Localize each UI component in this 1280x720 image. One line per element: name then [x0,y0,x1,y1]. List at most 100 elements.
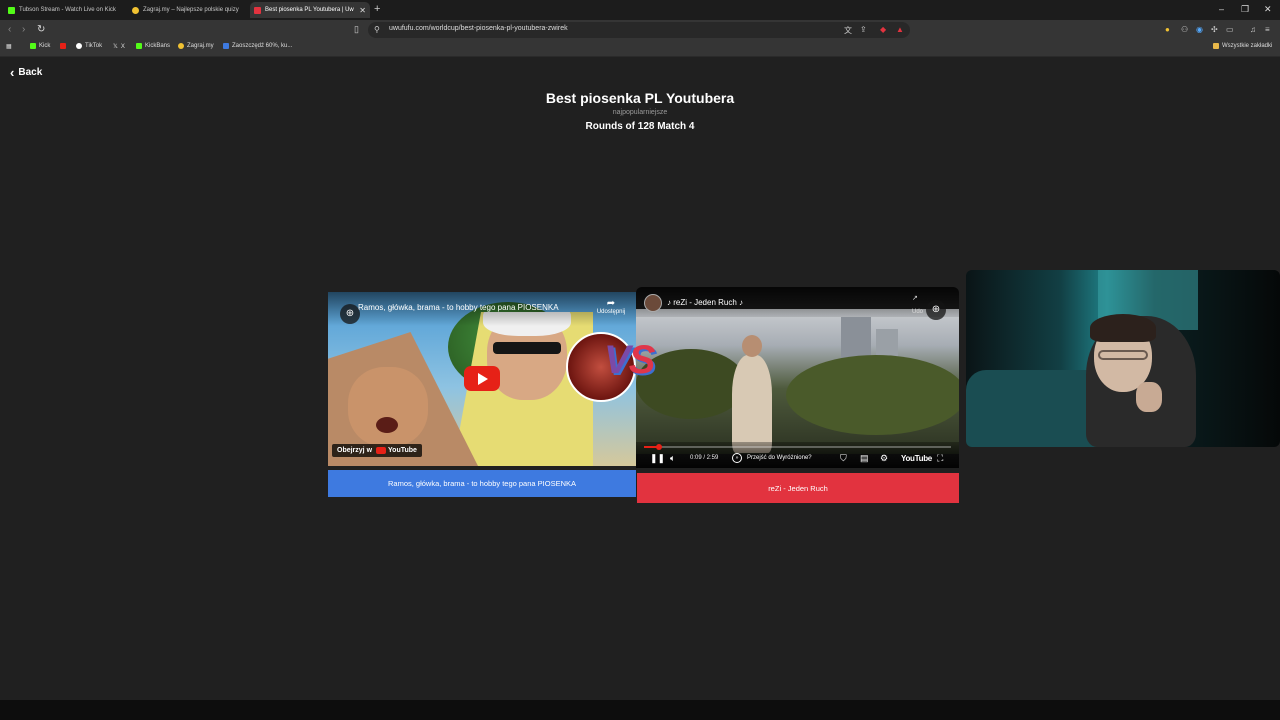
watch-on-youtube[interactable]: Obejrzyj w YouTube [332,444,422,457]
brave-shield-icon[interactable]: ◆ [880,25,886,34]
subtitles-icon[interactable]: ▤ [860,453,869,464]
media-icon[interactable]: ♫ [1250,25,1256,34]
share-button[interactable]: ➦ Udostępnij [590,298,632,315]
bookmark-kickbans[interactable]: KickBans [136,43,170,49]
watch-label: Obejrzyj w [337,447,373,454]
page-subtitle: najpopularniejsze [612,109,668,116]
bookmark-kick[interactable]: Kick [30,43,50,49]
streamer-glasses [1098,350,1148,360]
share-label[interactable]: Udo [912,309,923,315]
play-button-icon[interactable] [464,366,500,391]
round-indicator: Rounds of 128 Match 4 [585,121,695,132]
volume-icon[interactable]: 🔈︎ [670,453,675,464]
apps-grid-icon[interactable]: ▦ [6,43,12,50]
bookmark-deal[interactable]: Zaoszczędź 60%, ku... [223,43,292,49]
minimize-icon[interactable]: – [1219,4,1224,14]
vs-label: VS [604,338,656,383]
extensions-puzzle-icon[interactable]: ✣ [1211,25,1218,34]
youtube-brand: YouTube [388,447,417,454]
bookmark-label: Zaoszczędź 60%, ku... [232,43,293,49]
forward-arrow-icon[interactable]: › [22,24,25,35]
extension-icon[interactable]: ● [1165,25,1170,34]
menu-icon[interactable]: ≡ [1265,25,1270,34]
back-label: Back [18,67,43,78]
tab-title: Best piosenka PL Youtubera | Uw [265,7,354,13]
close-window-icon[interactable]: ✕ [1264,4,1272,15]
time-display: 0:09 / 2:59 [690,455,719,461]
close-tab-icon[interactable]: ✕ [359,6,366,15]
share-icon: ➦ [606,298,616,309]
bookmark-zagraj[interactable]: Zagraj.my [178,43,214,49]
progress-bar[interactable] [644,444,951,450]
skip-to-highlight-button[interactable]: » Przejść do Wyróżnione? [732,453,812,463]
skip-label: Przejść do Wyróżnione? [747,455,812,461]
back-button[interactable]: ‹ Back [10,64,43,80]
tab-title: Zagraj.my – Najlepsze polskie quizy [143,7,239,13]
bookmark-label: Wszystkie zakładki [1222,43,1273,49]
webcam-overlay [966,270,1280,447]
vs-s: S [628,338,656,382]
bookmark-x[interactable]: 𝕏 X [113,43,125,51]
bookmark-label: TikTok [85,43,103,49]
tab-title: Tubson Stream - Watch Live on Kick [19,7,116,13]
streamer-hand [1136,382,1162,412]
kick-icon [136,43,142,49]
bookmark-label: Zagraj.my [187,43,214,49]
share-icon[interactable]: ↗ [912,294,918,302]
back-arrow-icon[interactable]: ‹ [8,24,11,35]
tab-kick[interactable]: Tubson Stream - Watch Live on Kick [4,2,124,18]
translate-icon[interactable]: 文 [844,25,852,36]
chevron-left-icon: ‹ [10,64,15,80]
streamer-hair [1090,314,1156,342]
kick-icon [30,43,36,49]
x-logo-icon: 𝕏 [113,44,118,50]
extension-icon[interactable]: ⚇ [1181,25,1188,34]
shield-icon[interactable]: ⛉ [840,453,847,464]
share-page-icon[interactable]: ⇪ [860,25,867,34]
tab-uwufufu[interactable]: Best piosenka PL Youtubera | Uw ✕ [250,2,370,18]
tab-zagraj[interactable]: Zagraj.my – Najlepsze polskie quizy [128,2,250,18]
bookmark-tiktok[interactable]: TikTok [76,43,102,49]
extension-icon[interactable]: ◉ [1196,25,1203,34]
restore-icon[interactable]: ❐ [1241,4,1249,15]
choice-right-button[interactable]: reZi - Jeden Ruch [637,473,959,503]
folder-icon [1213,43,1219,49]
uwufufu-icon [254,6,261,14]
tiktok-icon [76,43,82,49]
zoom-icon[interactable]: ⊕ [926,300,946,320]
zoom-icon[interactable]: ⊕ [340,304,360,324]
reload-icon[interactable]: ↻ [37,24,45,35]
bottom-strip [0,700,1280,720]
all-bookmarks[interactable]: Wszystkie zakładki [1213,43,1272,49]
pause-icon[interactable]: ❚❚ [650,453,665,464]
page-title: Best piosenka PL Youtubera [545,90,735,106]
video-frame [636,309,959,454]
channel-avatar[interactable] [644,294,662,312]
url-text[interactable]: uwufufu.com/worldcup/best-piosenka-pl-yo… [389,25,568,32]
bookmark-youtube[interactable] [60,43,69,49]
right-video-player[interactable]: ♪ reZi - Jeden Ruch ♪ ↗ Udo ⊕ ❚❚ 🔈︎ 0:09… [636,287,959,468]
kick-icon [8,6,15,14]
choice-left-button[interactable]: Ramos, główka, brama - to hobby tego pan… [328,470,636,497]
youtube-icon [60,43,66,49]
bookmark-icon[interactable]: ▯ [354,24,359,35]
fullscreen-icon[interactable]: ⛶ [937,453,943,464]
left-video-player[interactable]: Ramos, główka, brama - to hobby tego pan… [328,292,636,466]
scene-tree [786,355,959,435]
video-title[interactable]: Ramos, główka, brama - to hobby tego pan… [358,303,559,312]
youtube-icon [376,447,387,454]
choice-label: reZi - Jeden Ruch [768,483,828,493]
zagraj-icon [178,43,184,49]
bookmark-label: Kick [39,43,51,49]
bookmark-label: KickBans [145,43,171,49]
zagraj-icon [132,6,139,14]
new-tab-button[interactable]: + [374,3,380,15]
site-info-icon[interactable]: ⚲ [374,25,380,34]
sidebar-icon[interactable]: ▭ [1226,25,1234,34]
settings-gear-icon[interactable]: ⚙ [880,453,888,464]
rewards-icon[interactable]: ▲ [896,25,904,34]
youtube-logo[interactable]: YouTube [901,454,932,463]
share-label: Udostępnij [596,309,626,315]
video-title[interactable]: ♪ reZi - Jeden Ruch ♪ [667,298,743,307]
skip-icon: » [732,453,742,463]
